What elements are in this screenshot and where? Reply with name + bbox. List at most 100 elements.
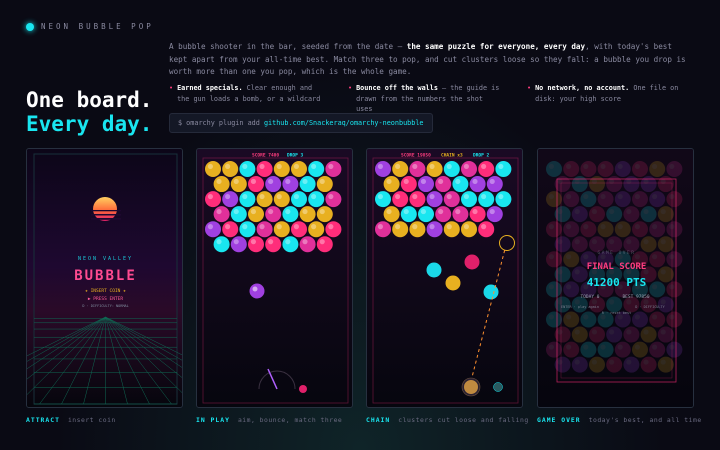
caption-game-over: GAME OVER today's best, and all time [537, 416, 702, 424]
caption-tag: ATTRACT [26, 416, 60, 424]
bubble-highlight [395, 193, 401, 200]
bubble [282, 236, 299, 253]
bubble [256, 221, 273, 238]
bubble [213, 206, 230, 223]
install-command[interactable]: $ omarchy plugin add github.com/Snackera… [169, 113, 433, 133]
bubble [230, 206, 247, 223]
bubble [443, 221, 460, 238]
bubble-highlight [302, 178, 308, 185]
command-url[interactable]: github.com/Snackeraq/omarchy-neonbubble [264, 119, 424, 127]
bubble-highlight [412, 224, 418, 230]
bubble [239, 161, 256, 177]
attract-title: BUBBLE [74, 268, 137, 284]
bubble-highlight [438, 208, 444, 215]
chain-score: SCORE 19850 [401, 153, 431, 159]
bubble-highlight [233, 178, 239, 185]
play-score: SCORE 7400 [252, 153, 279, 159]
bubble-highlight [242, 193, 248, 200]
bubble-highlight [438, 178, 444, 185]
bubble [291, 191, 307, 208]
bubble-highlight [395, 224, 401, 230]
press-enter-text[interactable]: ▶ PRESS ENTER [88, 296, 124, 302]
difficulty-hint[interactable]: D · DIFFICULTY [635, 305, 665, 309]
final-score-title: FINAL SCORE [587, 262, 647, 272]
all-time-best: BEST 97850 [622, 294, 649, 300]
bubble [469, 206, 486, 223]
feature-title: Bounce off the walls [356, 84, 438, 92]
bubble-highlight [293, 193, 299, 200]
bubble-highlight [242, 224, 248, 230]
bubble-highlight [386, 208, 392, 215]
play-again-hint[interactable]: ENTER · play again [561, 305, 599, 309]
bubble-highlight [412, 193, 418, 200]
attract-screen: NEON VALLEY BUBBLE ★ INSERT COIN ★ ▶ PRE… [27, 149, 182, 407]
bubble [325, 191, 342, 208]
bubble [461, 191, 477, 208]
bubble-highlight [311, 163, 317, 169]
bubble [325, 161, 342, 177]
caption-desc: clusters cut loose and falling [398, 416, 529, 424]
bubble [392, 161, 409, 177]
bubble [443, 191, 460, 208]
bubble [230, 176, 247, 193]
bullet-icon: • [169, 84, 174, 92]
bubble [282, 206, 299, 223]
bubble [213, 176, 230, 193]
bubble [375, 191, 391, 208]
bubble-highlight [259, 163, 265, 169]
bubble-highlight [225, 224, 231, 230]
intro-paragraph: A bubble shooter in the bar, seeded from… [169, 41, 689, 79]
brand-name: NEON BUBBLE POP [41, 22, 154, 31]
bubble [325, 221, 342, 238]
bubble [248, 236, 264, 253]
caption-desc: today's best, and all time [588, 416, 702, 424]
bubble [316, 176, 333, 193]
bubble-highlight [472, 178, 478, 185]
bubble-highlight [250, 208, 256, 215]
bubble-highlight [455, 208, 461, 215]
bubble-highlight [455, 178, 461, 185]
bubble [213, 236, 230, 253]
bubble-highlight [429, 224, 435, 230]
bubble-highlight [429, 193, 435, 200]
play-drop: DROP 3 [287, 153, 304, 159]
bubble [273, 191, 290, 208]
feature-item: • Bounce off the walls — the guide is dr… [348, 83, 503, 115]
bubble-highlight [225, 193, 231, 200]
bubble [248, 206, 264, 223]
bubble [461, 161, 477, 177]
bubble-highlight [216, 239, 222, 245]
final-points: 41200 PTS [587, 276, 647, 289]
bullet-icon: • [527, 84, 532, 92]
bubble [375, 221, 391, 238]
bubble [222, 221, 239, 238]
bubble-highlight [377, 224, 383, 230]
bubble [375, 161, 391, 177]
bubble-highlight [328, 193, 334, 200]
bubble [273, 161, 290, 177]
bomb-icon [464, 380, 478, 394]
bubble-highlight [207, 224, 213, 230]
bubble [256, 161, 273, 177]
next-bubble [299, 385, 307, 393]
bubble [435, 206, 452, 223]
command-prefix: $ omarchy plugin add [178, 119, 264, 127]
bubble [316, 236, 333, 253]
bubble-highlight [252, 286, 258, 292]
bubble-highlight [225, 163, 231, 169]
bubble [426, 161, 443, 177]
bubble-highlight [403, 178, 409, 185]
reset-best-hint[interactable]: R · reset best [602, 311, 632, 315]
bubble [316, 206, 333, 223]
game-over-header: GAME OVER [598, 250, 636, 256]
feature-item: • No network, no account. One file on di… [527, 83, 682, 115]
bubble [443, 161, 460, 177]
launcher-icon[interactable] [461, 377, 481, 397]
bubble [400, 176, 417, 193]
bubble-highlight [259, 193, 265, 200]
panel-chain: SCORE 19850 CHAIN x3 DROP 2 [366, 148, 523, 408]
bubble-highlight [386, 178, 392, 185]
bubble [248, 176, 264, 193]
bubble-highlight [242, 163, 248, 169]
chain-screen: SCORE 19850 CHAIN x3 DROP 2 [367, 149, 522, 407]
